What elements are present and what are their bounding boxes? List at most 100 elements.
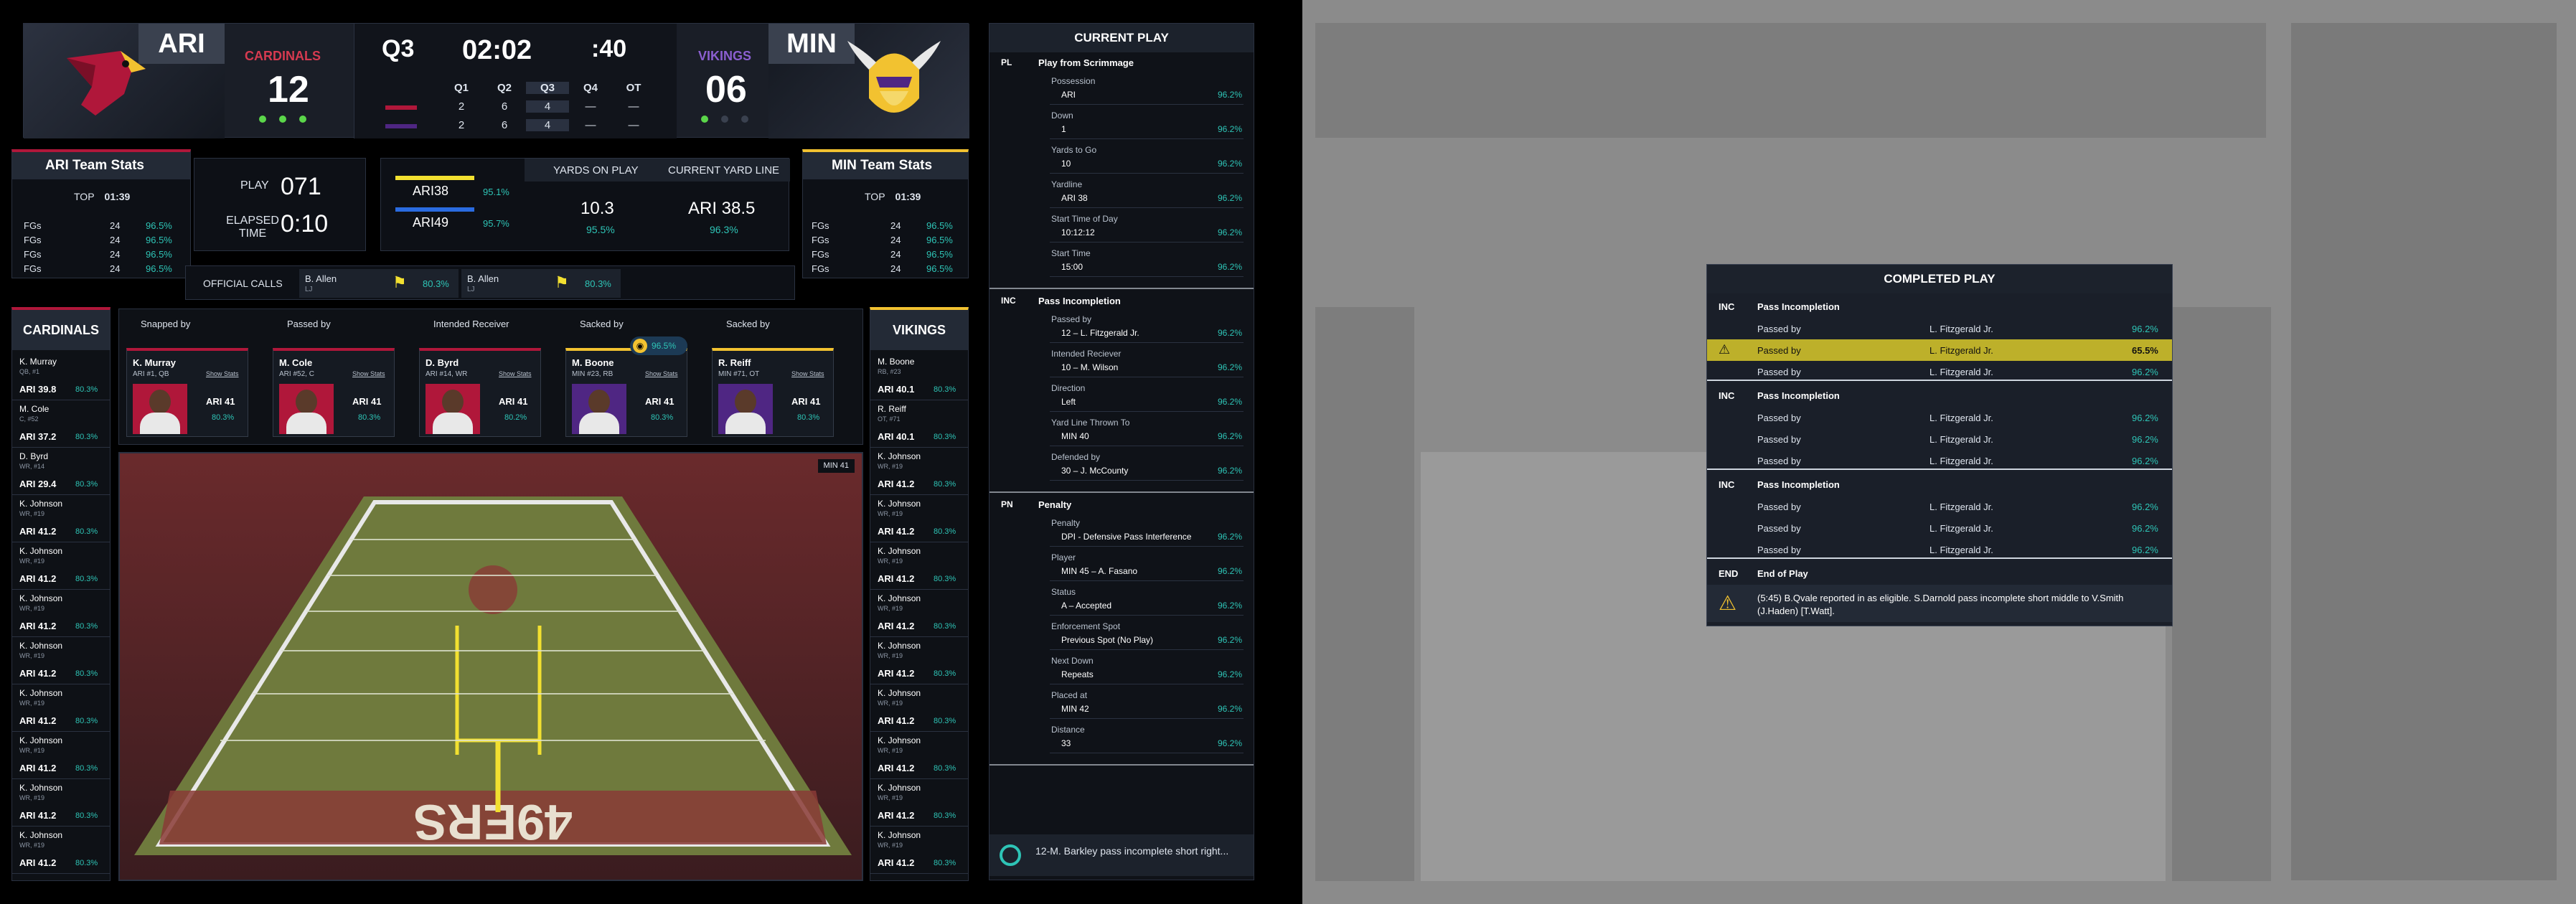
section-title: Play from Scrimmage [1038, 57, 1134, 68]
item-label: Down [1051, 110, 1073, 121]
item-confidence: 96.2% [1218, 566, 1243, 576]
roster-player[interactable]: K. Johnson WR, #19 ARI 41.2 80.3% [12, 542, 110, 590]
roster-player[interactable]: D. Byrd WR, #14 ARI 29.4 80.3% [12, 448, 110, 495]
player-yardline: ARI 41.2 [19, 526, 57, 537]
roster-player[interactable]: K. Johnson WR, #19 ARI 41.2 80.3% [870, 779, 968, 827]
player-name: K. Johnson [19, 546, 63, 556]
group-code: INC [1719, 301, 1735, 312]
field-camera-view[interactable]: 49ERS MIN 41 [118, 452, 863, 881]
roster-player[interactable]: K. Johnson WR, #19 ARI 41.2 80.3% [870, 637, 968, 684]
play-ticker[interactable]: 12-M. Barkley pass incomplete short righ… [989, 834, 1254, 876]
card-role: Sacked by [580, 319, 624, 329]
player-position: WR, #19 [19, 842, 45, 849]
player-yardline: ARI 41.2 [19, 763, 57, 773]
row-confidence: 96.2% [2132, 523, 2158, 534]
show-stats-link[interactable]: Show Stats [206, 371, 239, 377]
row-value: L. Fitzgerald Jr. [1929, 456, 1993, 466]
completed-row[interactable]: Passed by L. Fitzgerald Jr. 96.2% [1707, 318, 2172, 339]
player-name: K. Johnson [19, 783, 63, 793]
q-header: OT [626, 81, 641, 94]
min-team-stats: MIN Team Stats TOP 01:39 FGs 24 96.5% FGs 2… [802, 149, 969, 278]
roster-player[interactable]: M. Boone RB, #23 ARI 40.1 80.3% [870, 353, 968, 400]
official-call-item[interactable]: B. Allen LJ ⚑ 80.3% [299, 269, 459, 298]
yard-info-box: ARI38 95.1% ARI49 95.7% YARDS ON PLAY CU… [380, 158, 790, 251]
row-confidence: 96.2% [2132, 324, 2158, 334]
completed-row[interactable]: Passed by L. Fitzgerald Jr. 96.2% [1707, 496, 2172, 517]
q-header: Q4 [583, 81, 598, 94]
roster-player[interactable]: K. Johnson WR, #19 ARI 41.2 80.3% [12, 637, 110, 684]
completed-row-flagged[interactable]: ⚠ Passed by L. Fitzgerald Jr. 65.5% [1707, 339, 2172, 361]
player-name: K. Johnson [19, 735, 63, 745]
completed-play-modal: COMPLETED PLAY INC Pass Incompletion Passe… [1706, 264, 2173, 626]
item-value: MIN 40 [1061, 431, 1089, 441]
roster-player[interactable]: K. Johnson WR, #19 ARI 41.2 80.3% [12, 590, 110, 637]
away-score: 06 [705, 69, 747, 110]
roster-player[interactable]: K. Johnson WR, #19 ARI 41.2 80.3% [12, 684, 110, 732]
item-confidence: 96.2% [1218, 193, 1243, 203]
player-yardline: ARI 41.2 [19, 715, 57, 726]
player-confidence: 80.3% [934, 717, 956, 725]
home-q3: 4 [526, 100, 569, 113]
player-card[interactable]: D. Byrd ARI #14, WR Show Stats ARI 41 80.2% [419, 348, 541, 437]
section-divider [989, 764, 1254, 766]
roster-player[interactable]: K. Johnson WR, #19 ARI 41.2 80.3% [12, 732, 110, 779]
roster-player[interactable]: K. Johnson WR, #19 ARI 41.2 80.3% [12, 779, 110, 827]
roster-player[interactable]: K. Johnson WR, #19 ARI 41.2 80.3% [870, 590, 968, 637]
show-stats-link[interactable]: Show Stats [499, 371, 532, 377]
row-label: Passed by [1757, 502, 1801, 512]
card-role: Intended Receiver [433, 319, 509, 329]
section-code: INC [1001, 296, 1016, 306]
player-card[interactable]: M. Cole ARI #52, C Show Stats ARI 41 80.3% [273, 348, 395, 437]
player-confidence: 80.3% [75, 480, 98, 489]
player-confidence: 80.3% [934, 575, 956, 583]
completed-row[interactable]: Passed by L. Fitzgerald Jr. 96.2% [1707, 361, 2172, 382]
player-photo [279, 384, 334, 434]
player-confidence: 80.3% [75, 575, 98, 583]
item-value: MIN 45 – A. Fasano [1061, 566, 1138, 576]
roster-player[interactable]: K. Johnson WR, #19 ARI 41.2 80.3% [870, 542, 968, 590]
player-confidence: 80.3% [934, 764, 956, 773]
roster-player[interactable]: M. Cole C, #52 ARI 37.2 80.3% [12, 400, 110, 448]
ari-yard2-pct: 95.7% [483, 218, 509, 229]
roster-player[interactable]: K. Johnson WR, #19 ARI 41.2 80.3% [870, 732, 968, 779]
ari-stat-row: FGs 24 96.5% [24, 263, 172, 274]
roster-player[interactable]: R. Reiff OT, #71 ARI 40.1 80.3% [870, 400, 968, 448]
roster-player[interactable]: K. Johnson WR, #19 ARI 41.2 80.3% [870, 827, 968, 874]
completed-row[interactable]: Passed by L. Fitzgerald Jr. 96.2% [1707, 428, 2172, 450]
ari-top-value: 01:39 [104, 191, 131, 202]
player-confidence: 80.3% [934, 669, 956, 678]
card-role: Snapped by [141, 319, 191, 329]
official-calls-bar: OFFICIAL CALLS B. Allen LJ ⚑ 80.3% B. Al… [185, 265, 795, 300]
player-card[interactable]: K. Murray ARI #1, QB Show Stats ARI 41 80.3% [126, 348, 248, 437]
item-value: 30 – J. McCounty [1061, 466, 1129, 476]
player-confidence: 80.3% [934, 622, 956, 631]
roster-player[interactable]: K. Johnson WR, #19 ARI 41.2 80.3% [870, 495, 968, 542]
show-stats-link[interactable]: Show Stats [645, 371, 678, 377]
svg-text:49ERS: 49ERS [413, 794, 573, 850]
show-stats-link[interactable]: Show Stats [791, 371, 824, 377]
completed-row[interactable]: Passed by L. Fitzgerald Jr. 96.2% [1707, 517, 2172, 539]
completed-row[interactable]: Passed by L. Fitzgerald Jr. 96.2% [1707, 539, 2172, 560]
player-card[interactable]: R. Reiff MIN #71, OT Show Stats ARI 41 80.3% [712, 348, 834, 437]
player-card[interactable]: M. Boone MIN #23, RB Show Stats ARI 41 80.3% [565, 348, 687, 437]
card-confidence: 80.3% [651, 413, 674, 422]
card-yardline: ARI 41 [206, 396, 235, 407]
player-name: M. Boone [878, 357, 915, 367]
player-confidence: 80.3% [934, 385, 956, 394]
vikings-roster-title: VIKINGS [870, 310, 968, 350]
home-ot: — [628, 100, 639, 113]
show-stats-link[interactable]: Show Stats [352, 371, 385, 377]
item-confidence: 96.2% [1218, 601, 1243, 611]
roster-player[interactable]: K. Johnson WR, #19 ARI 41.2 80.3% [870, 448, 968, 495]
player-confidence: 80.3% [75, 669, 98, 678]
roster-player[interactable]: K. Murray QB, #1 ARI 39.8 80.3% [12, 353, 110, 400]
item-value: A – Accepted [1061, 601, 1112, 611]
completed-row[interactable]: Passed by L. Fitzgerald Jr. 96.2% [1707, 407, 2172, 428]
group-code: INC [1719, 390, 1735, 401]
roster-player[interactable]: K. Johnson WR, #19 ARI 41.2 80.3% [12, 495, 110, 542]
roster-player[interactable]: K. Johnson WR, #19 ARI 41.2 80.3% [12, 827, 110, 874]
roster-player[interactable]: K. Johnson WR, #19 ARI 41.2 80.3% [870, 684, 968, 732]
completed-row[interactable]: Passed by L. Fitzgerald Jr. 96.2% [1707, 450, 2172, 471]
official-call-item[interactable]: B. Allen LJ ⚑ 80.3% [461, 269, 621, 298]
quarter-score-table: Q1 Q2 Q3 Q4 OT 2 6 4 — — 2 6 4 — — [375, 78, 655, 134]
